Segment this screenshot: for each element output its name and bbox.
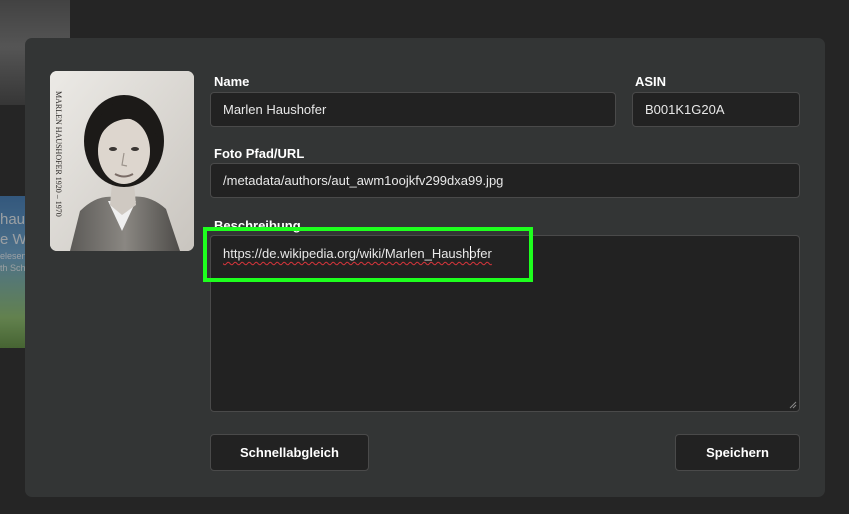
asin-input[interactable]: B001K1G20A	[632, 92, 800, 127]
background-cover-text: hausho e Wa elesen th Sch	[0, 211, 28, 273]
photo-caption: MARLEN HAUSHOFER 1920 – 1970	[54, 91, 63, 217]
name-input[interactable]: Marlen Haushofer	[210, 92, 616, 127]
asin-value: B001K1G20A	[645, 102, 725, 117]
asin-label: ASIN	[635, 74, 667, 89]
name-value: Marlen Haushofer	[223, 102, 327, 117]
edit-author-modal: MARLEN HAUSHOFER 1920 – 1970 Name Marlen…	[25, 38, 825, 497]
text-caret	[469, 246, 471, 260]
description-textarea[interactable]: https://de.wikipedia.org/wiki/Marlen_Hau…	[210, 235, 800, 412]
background-book-cover: hausho e Wa elesen th Sch	[0, 196, 28, 348]
description-label: Beschreibung	[214, 218, 301, 233]
save-button[interactable]: Speichern	[675, 434, 800, 471]
photo-path-label: Foto Pfad/URL	[214, 146, 305, 161]
resize-grip-icon[interactable]	[789, 401, 797, 409]
author-photo: MARLEN HAUSHOFER 1920 – 1970	[50, 71, 194, 251]
quick-match-button[interactable]: Schnellabgleich	[210, 434, 369, 471]
description-value: https://de.wikipedia.org/wiki/Marlen_Hau…	[223, 246, 492, 261]
photo-path-input[interactable]: /metadata/authors/aut_awm1oojkfv299dxa99…	[210, 163, 800, 198]
photo-path-value: /metadata/authors/aut_awm1oojkfv299dxa99…	[223, 173, 504, 188]
name-label: Name	[214, 74, 250, 89]
